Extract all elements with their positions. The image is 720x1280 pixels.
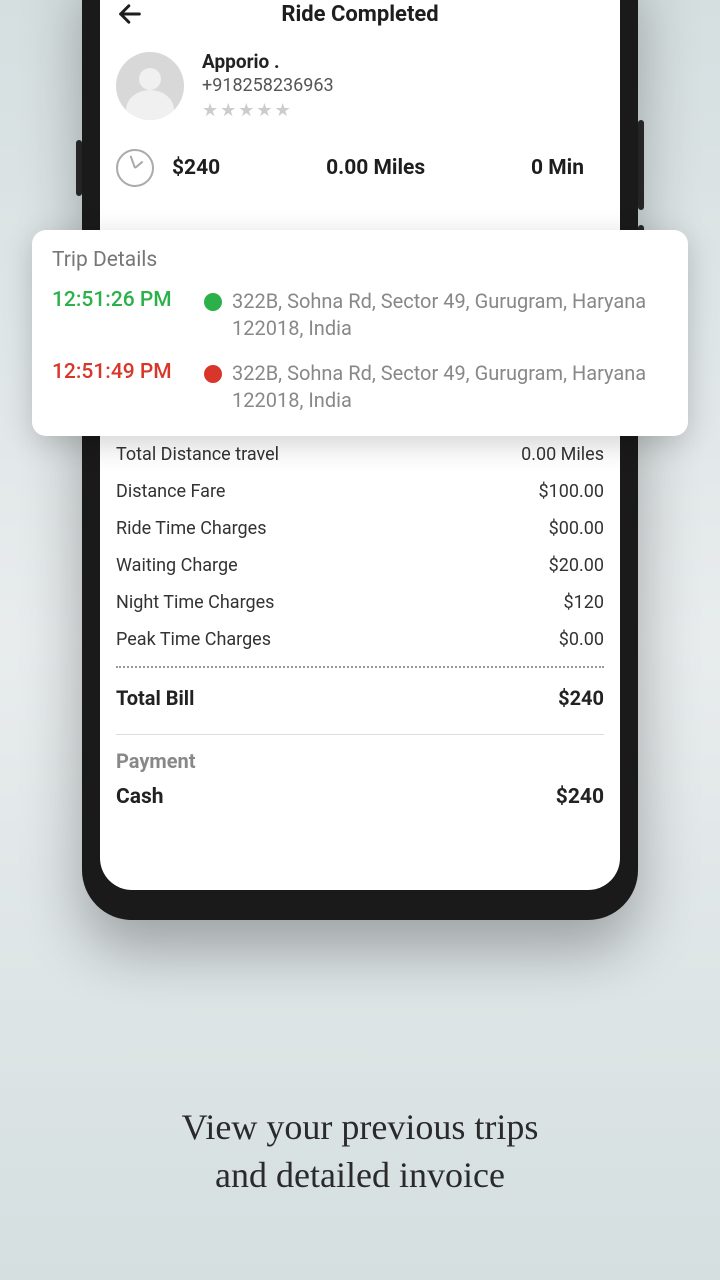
trip-start-row: 12:51:26 PM 322B, Sohna Rd, Sector 49, G… [52, 288, 668, 342]
bill-row: Distance Fare $100.00 [116, 473, 604, 510]
profile-section: Apporio . +918258236963 ★ ★ ★ ★ ★ [100, 40, 620, 127]
star-icon: ★ [275, 100, 291, 121]
bill-row-label: Distance Fare [116, 481, 225, 502]
total-row: Total Bill $240 [116, 676, 604, 720]
star-icon: ★ [220, 100, 236, 121]
bill-row-value: $120 [564, 592, 604, 613]
bill-row-value: $100.00 [539, 481, 604, 502]
profile-name: Apporio . [202, 50, 604, 73]
payment-value: $240 [556, 785, 604, 809]
star-icon: ★ [256, 100, 272, 121]
bill-row-value: 0.00 Miles [521, 444, 604, 465]
page-title: Ride Completed [116, 2, 604, 27]
profile-phone: +918258236963 [202, 75, 604, 96]
bill-row-label: Waiting Charge [116, 555, 238, 576]
phone-frame: Ride Completed Apporio . +918258236963 ★… [82, 0, 638, 920]
summary-row: $240 0.00 Miles 0 Min [100, 127, 620, 205]
bill-row: Total Distance travel 0.00 Miles [116, 436, 604, 473]
divider-dotted [116, 666, 604, 668]
trip-start-address: 322B, Sohna Rd, Sector 49, Gurugram, Har… [232, 288, 668, 342]
trip-start-time: 12:51:26 PM [52, 288, 194, 312]
avatar [116, 52, 184, 120]
trip-details-title: Trip Details [52, 248, 668, 272]
bill-row: Night Time Charges $120 [116, 584, 604, 621]
bill-row-value: $0.00 [559, 629, 604, 650]
app-screen: Ride Completed Apporio . +918258236963 ★… [100, 0, 620, 890]
bill-row-value: $20.00 [549, 555, 604, 576]
trip-end-time: 12:51:49 PM [52, 360, 194, 384]
trip-end-row: 12:51:49 PM 322B, Sohna Rd, Sector 49, G… [52, 360, 668, 414]
divider [116, 734, 604, 735]
promo-text: View your previous trips and detailed in… [0, 1103, 720, 1200]
summary-duration: 0 Min [531, 156, 584, 180]
star-icon: ★ [202, 100, 218, 121]
summary-amount: $240 [172, 156, 220, 180]
bill-row-label: Night Time Charges [116, 592, 274, 613]
bill-row-label: Peak Time Charges [116, 629, 271, 650]
bill-section: Bill Details Total Distance travel0.00 M… [100, 413, 620, 809]
trip-end-address: 322B, Sohna Rd, Sector 49, Gurugram, Har… [232, 360, 668, 414]
start-dot-icon [204, 293, 222, 311]
total-value: $240 [558, 686, 604, 710]
payment-row: Cash $240 [116, 785, 604, 809]
bill-row: Peak Time Charges $0.00 [116, 621, 604, 658]
clock-icon [116, 149, 154, 187]
bill-row: Waiting Charge $20.00 [116, 547, 604, 584]
bill-row-label: Ride Time Charges [116, 518, 267, 539]
payment-heading: Payment [116, 749, 604, 773]
trip-details-card: Trip Details 12:51:26 PM 322B, Sohna Rd,… [32, 230, 688, 436]
star-icon: ★ [238, 100, 254, 121]
header: Ride Completed [100, 0, 620, 40]
end-dot-icon [204, 365, 222, 383]
bill-row-value: $00.00 [549, 518, 604, 539]
summary-distance: 0.00 Miles [326, 156, 425, 180]
rating-stars[interactable]: ★ ★ ★ ★ ★ [202, 100, 604, 121]
total-label: Total Bill [116, 686, 194, 710]
bill-row: Ride Time Charges $00.00 [116, 510, 604, 547]
bill-row-label: Total Distance travel [116, 444, 279, 465]
payment-method: Cash [116, 785, 164, 809]
